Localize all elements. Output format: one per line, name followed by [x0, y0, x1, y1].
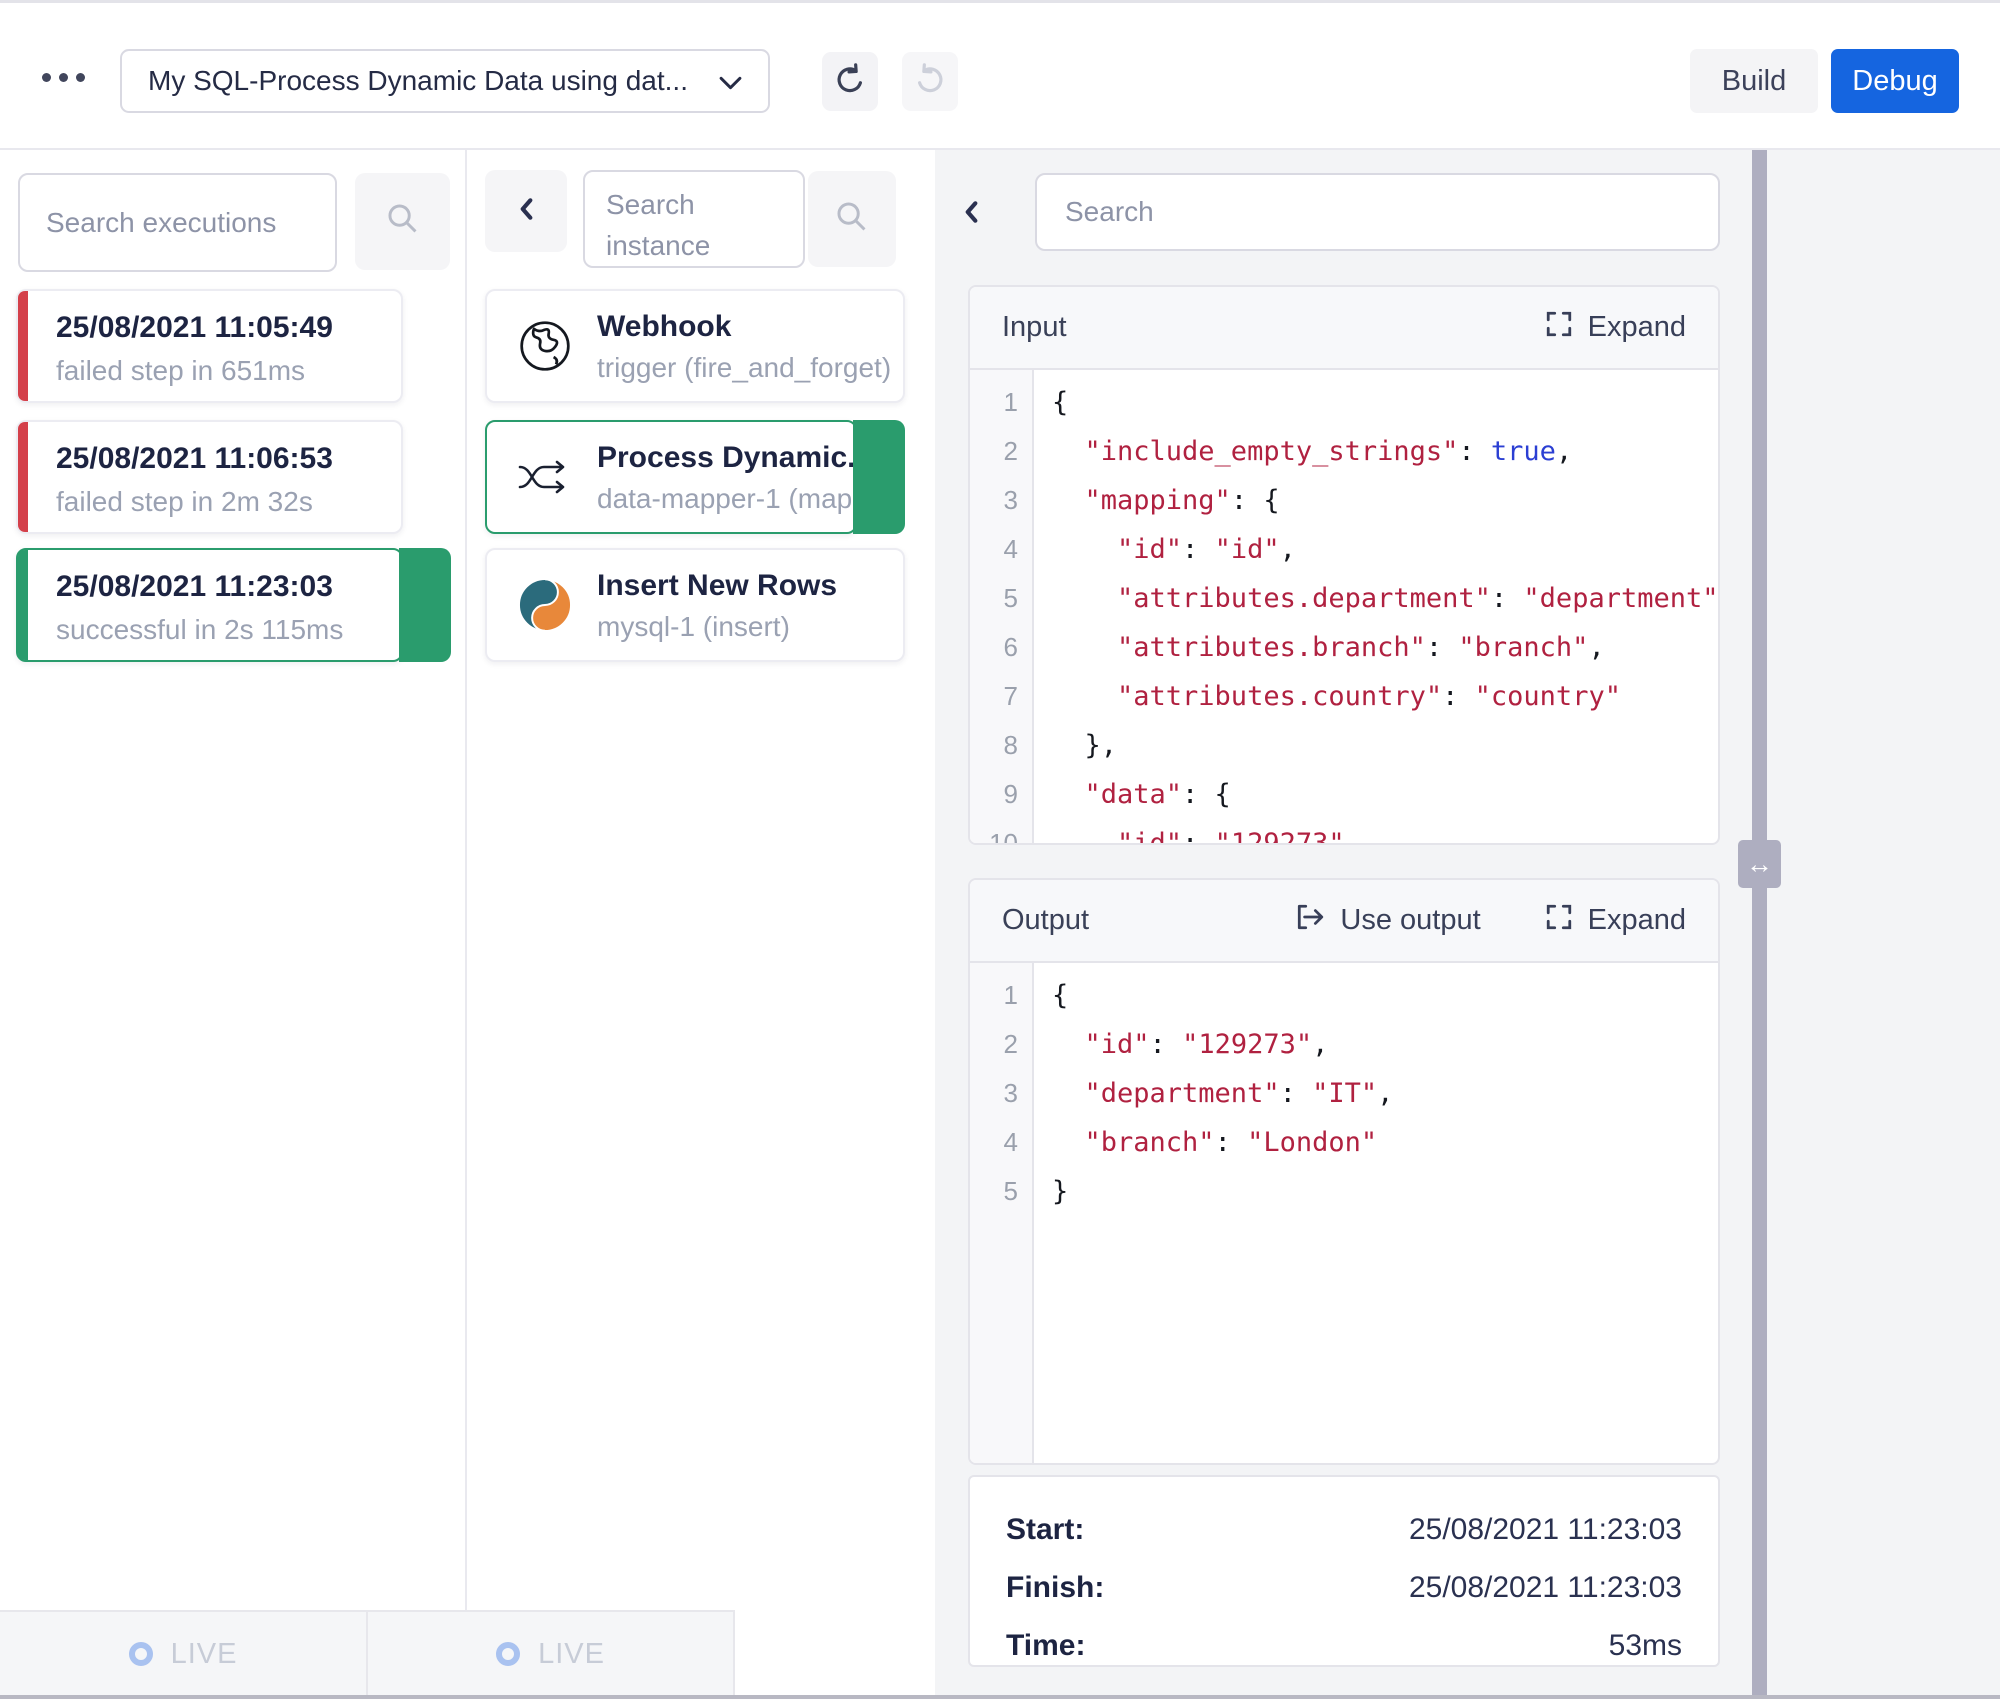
step-detail-panel: Input Expand 1{2 "include_empty_strings"…: [935, 150, 1752, 1699]
execution-status-text: failed step in 651ms: [56, 355, 333, 387]
output-section-header: Output Use output Expand: [970, 880, 1718, 963]
steps-live-footer: LIVE: [368, 1610, 735, 1696]
step-title: Process Dynamic...: [597, 441, 876, 475]
selected-indicator-tab: [399, 548, 451, 662]
live-ring-icon: [129, 1642, 153, 1666]
finish-value: 25/08/2021 11:23:03: [1409, 1571, 1682, 1605]
input-code-editor[interactable]: 1{2 "include_empty_strings": true,3 "map…: [970, 370, 1718, 845]
output-section: Output Use output Expand 1{2 "id": ": [968, 878, 1720, 1465]
status-accent-failed: [18, 422, 28, 532]
expand-icon: [1545, 310, 1573, 346]
status-accent-failed: [18, 291, 28, 401]
output-json-code: 1{2 "id": "129273",3 "department": "IT",…: [970, 963, 1718, 1216]
expand-label: Expand: [1588, 904, 1686, 937]
collapsed-right-area: [1767, 150, 2000, 1699]
more-options-button[interactable]: [42, 73, 85, 82]
executions-live-footer: LIVE: [0, 1610, 368, 1696]
output-code-viewer[interactable]: 1{2 "id": "129273",3 "department": "IT",…: [970, 963, 1718, 1465]
build-label: Build: [1722, 65, 1787, 98]
chevron-left-icon: [963, 200, 979, 229]
search-instance-input[interactable]: Search instance: [583, 170, 805, 268]
panel-resize-divider[interactable]: [1752, 150, 1767, 1699]
build-button[interactable]: Build: [1690, 49, 1818, 113]
live-label: LIVE: [538, 1638, 605, 1671]
execution-item[interactable]: 25/08/2021 11:05:49 failed step in 651ms: [16, 289, 403, 403]
status-accent-success: [18, 550, 28, 660]
start-value: 25/08/2021 11:23:03: [1409, 1513, 1682, 1547]
start-label: Start:: [1006, 1513, 1084, 1547]
step-subtitle: trigger (fire_and_forget): [597, 352, 891, 384]
execution-timestamp: 25/08/2021 11:05:49: [56, 311, 333, 345]
selected-indicator-tab: [853, 420, 905, 534]
redo-icon: [913, 62, 947, 101]
resize-handle[interactable]: ↔: [1738, 840, 1781, 888]
search-detail-input[interactable]: [1035, 173, 1720, 251]
use-output-icon: [1295, 903, 1325, 939]
shuffle-icon: [517, 449, 573, 505]
use-output-button[interactable]: Use output: [1295, 903, 1480, 939]
window-bottom-border: [0, 1695, 2000, 1699]
input-json-code: 1{2 "include_empty_strings": true,3 "map…: [970, 370, 1718, 845]
search-instance-button[interactable]: [808, 171, 896, 267]
chevron-left-icon: [518, 197, 534, 226]
execution-status-text: successful in 2s 115ms: [56, 614, 343, 646]
debug-button[interactable]: Debug: [1831, 49, 1959, 113]
run-info-row-start: Start: 25/08/2021 11:23:03: [1006, 1501, 1682, 1559]
input-section: Input Expand 1{2 "include_empty_strings"…: [968, 285, 1720, 845]
input-title: Input: [1002, 311, 1067, 344]
step-item-data-mapper-selected[interactable]: Process Dynamic... data-mapper-1 (map...: [485, 420, 857, 534]
execution-status-text: failed step in 2m 32s: [56, 486, 333, 518]
collapse-detail-button[interactable]: [951, 196, 991, 232]
search-executions-button[interactable]: [355, 173, 450, 270]
dot: [59, 73, 68, 82]
step-item-mysql[interactable]: Insert New Rows mysql-1 (insert): [485, 548, 905, 662]
execution-item[interactable]: 25/08/2021 11:06:53 failed step in 2m 32…: [16, 420, 403, 534]
execution-timestamp: 25/08/2021 11:23:03: [56, 570, 343, 604]
run-info-row-finish: Finish: 25/08/2021 11:23:03: [1006, 1559, 1682, 1617]
search-icon: [386, 202, 420, 241]
search-executions-input[interactable]: [18, 173, 337, 272]
time-label: Time:: [1006, 1629, 1085, 1663]
undo-icon: [833, 62, 867, 101]
executions-panel: 25/08/2021 11:05:49 failed step in 651ms…: [0, 150, 467, 1699]
live-ring-icon: [496, 1642, 520, 1666]
workflow-name: My SQL-Process Dynamic Data using dat...: [148, 65, 688, 97]
step-subtitle: mysql-1 (insert): [597, 611, 837, 643]
workflow-selector-dropdown[interactable]: My SQL-Process Dynamic Data using dat...: [120, 49, 770, 113]
mysql-icon: [517, 577, 573, 633]
time-value: 53ms: [1609, 1629, 1682, 1663]
use-output-label: Use output: [1340, 904, 1480, 937]
dot: [76, 73, 85, 82]
undo-button[interactable]: [822, 52, 878, 111]
horizontal-resize-icon: ↔: [1746, 849, 1773, 880]
dot: [42, 73, 51, 82]
collapse-panel-button[interactable]: [485, 170, 567, 252]
finish-label: Finish:: [1006, 1571, 1104, 1605]
step-item-webhook[interactable]: Webhook trigger (fire_and_forget): [485, 289, 905, 403]
run-info-box: Start: 25/08/2021 11:23:03 Finish: 25/08…: [968, 1475, 1720, 1667]
expand-input-button[interactable]: Expand: [1545, 310, 1686, 346]
step-title: Insert New Rows: [597, 569, 837, 603]
run-info-row-time: Time: 53ms: [1006, 1617, 1682, 1675]
search-icon: [835, 200, 869, 239]
step-title: Webhook: [597, 310, 891, 344]
live-label: LIVE: [171, 1638, 238, 1671]
execution-item-selected[interactable]: 25/08/2021 11:23:03 successful in 2s 115…: [16, 548, 403, 662]
debug-label: Debug: [1852, 65, 1937, 98]
expand-label: Expand: [1588, 311, 1686, 344]
step-subtitle: data-mapper-1 (map...: [597, 483, 876, 515]
redo-button[interactable]: [902, 52, 958, 111]
globe-icon: [517, 318, 573, 374]
input-section-header: Input Expand: [970, 287, 1718, 370]
steps-panel: Search instance Webhook trigger (fire_an…: [467, 150, 935, 1699]
expand-icon: [1545, 903, 1573, 939]
top-toolbar: My SQL-Process Dynamic Data using dat...…: [0, 0, 2000, 150]
execution-timestamp: 25/08/2021 11:06:53: [56, 442, 333, 476]
expand-output-button[interactable]: Expand: [1545, 903, 1686, 939]
chevron-down-icon: [719, 65, 742, 97]
output-title: Output: [1002, 904, 1089, 937]
